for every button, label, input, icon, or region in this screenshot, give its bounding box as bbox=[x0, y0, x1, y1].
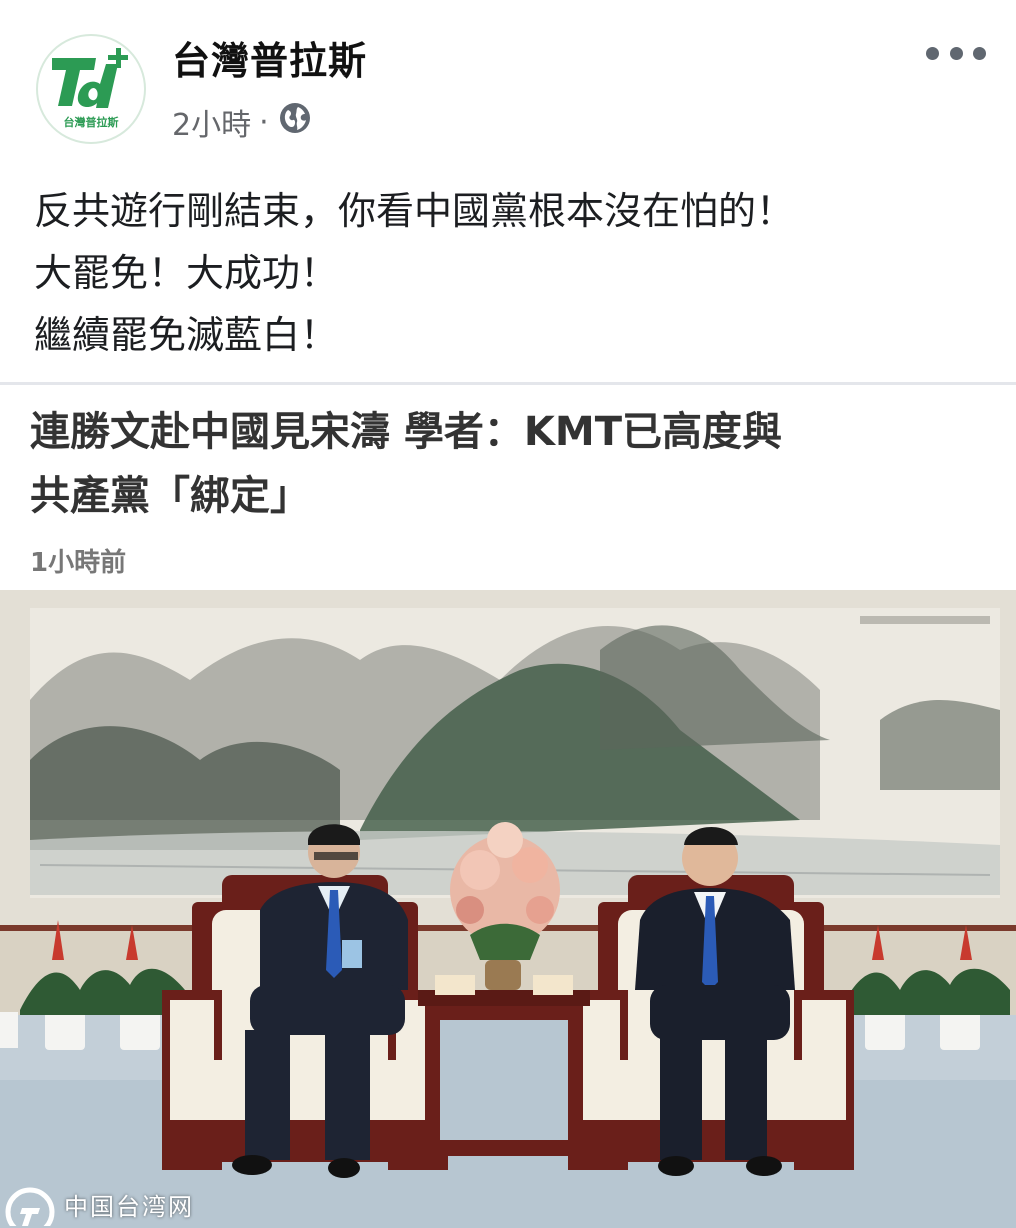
divider bbox=[0, 382, 1016, 385]
watermark-text: 中国台湾网 bbox=[64, 1192, 194, 1221]
link-time: 1小時前 bbox=[30, 548, 127, 578]
post-time[interactable]: 2小時 bbox=[172, 100, 251, 144]
post-header: 台灣普拉斯 台灣普拉斯 2小時 · bbox=[0, 0, 1016, 160]
post-line: 繼續罷免滅藍白！ bbox=[34, 313, 339, 357]
more-options-icon[interactable] bbox=[926, 40, 986, 66]
post-line: 大罷免！大成功！ bbox=[34, 251, 339, 295]
post-text: 反共遊行剛結束，你看中國黨根本沒在怕的！ 大罷免！大成功！ 繼續罷免滅藍白！ bbox=[34, 180, 994, 366]
photo-watermark: 中国台湾网 bbox=[0, 1180, 220, 1228]
meta-separator: · bbox=[259, 104, 269, 140]
link-title[interactable]: 連勝文赴中國見宋濤 學者：KMT已高度與 共產黨「綁定」 bbox=[30, 400, 970, 528]
avatar-caption: 台灣普拉斯 bbox=[63, 116, 119, 129]
watermark-logo-icon bbox=[0, 1182, 60, 1226]
page-name[interactable]: 台灣普拉斯 bbox=[172, 30, 367, 85]
page-avatar[interactable]: 台灣普拉斯 bbox=[36, 34, 146, 144]
link-title-line: 連勝文赴中國見宋濤 學者：KMT已高度與 bbox=[30, 409, 783, 455]
post-meta: 2小時 · bbox=[172, 100, 311, 144]
globe-icon bbox=[279, 102, 311, 142]
post-photo[interactable]: 中国台湾网 bbox=[0, 590, 1016, 1228]
post-line: 反共遊行剛結束，你看中國黨根本沒在怕的！ bbox=[34, 189, 795, 233]
meeting-photo bbox=[0, 590, 1016, 1228]
side-table bbox=[418, 960, 590, 1156]
link-title-line: 共產黨「綁定」 bbox=[30, 473, 310, 519]
